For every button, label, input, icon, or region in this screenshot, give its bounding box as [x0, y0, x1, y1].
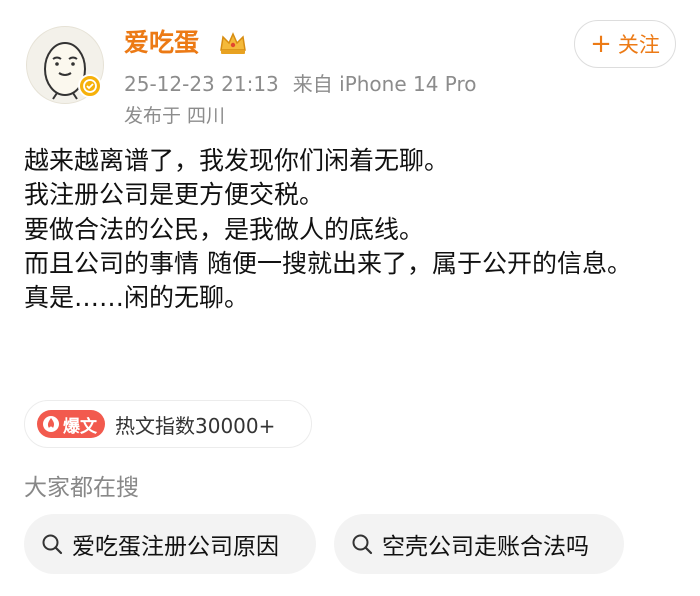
post-paragraph: 而且公司的事情 随便一搜就出来了，属于公开的信息。: [24, 248, 632, 278]
post-paragraph: 要做合法的公民，是我做人的底线。: [24, 214, 425, 244]
related-search-chip[interactable]: 空壳公司走账合法吗: [334, 514, 624, 574]
search-icon: [42, 534, 63, 555]
post-paragraph: 真是……闲的无聊。: [24, 283, 250, 313]
follow-button[interactable]: + 关注: [574, 20, 676, 68]
username[interactable]: 爱吃蛋: [124, 26, 199, 60]
post-paragraph: 我注册公司是更方便交税。: [24, 180, 325, 210]
plus-icon: +: [590, 29, 612, 59]
related-search-title: 大家都在搜: [24, 475, 139, 501]
hot-index-chip[interactable]: 爆文 热文指数30000+: [24, 400, 312, 448]
related-search-label: 爱吃蛋注册公司原因: [72, 534, 279, 560]
search-icon: [352, 534, 373, 555]
post-paragraph: 越来越离谱了，我发现你们闲着无聊。: [24, 146, 450, 175]
related-search-label: 空壳公司走账合法吗: [382, 534, 589, 560]
post-timestamp: 25-12-23 21:13: [124, 72, 279, 96]
flame-icon: [43, 416, 59, 432]
post-source: 来自 iPhone 14 Pro: [292, 72, 477, 96]
post-location: 发布于 四川: [124, 105, 226, 127]
hot-badge: 爆文: [37, 410, 105, 438]
verified-badge-icon: [78, 74, 102, 98]
follow-label: 关注: [617, 33, 660, 57]
crown-icon: [220, 32, 246, 54]
post-body: 越来越离谱了，我发现你们闲着无聊。 我注册公司是更方便交税。 要做合法的公民，是…: [24, 144, 684, 315]
hot-badge-label: 爆文: [63, 416, 97, 437]
post-meta: 25-12-23 21:13 来自 iPhone 14 Pro: [124, 70, 477, 98]
hot-index-text: 热文指数30000+: [115, 413, 276, 438]
related-search-chip[interactable]: 爱吃蛋注册公司原因: [24, 514, 316, 574]
